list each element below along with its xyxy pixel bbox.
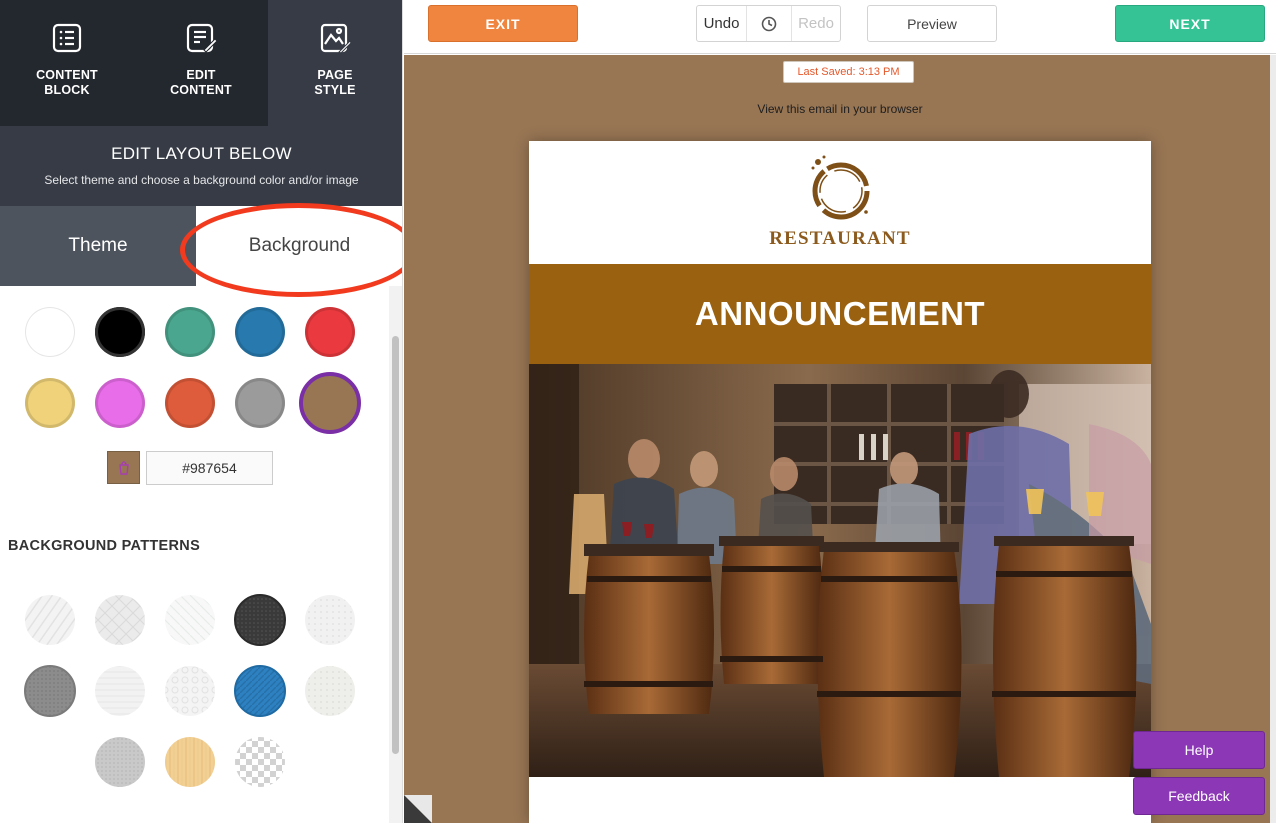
color-preview[interactable] <box>107 451 140 484</box>
canvas-edge <box>1270 55 1276 823</box>
swatch-brown-selected[interactable] <box>299 372 361 434</box>
undo-button[interactable]: Undo <box>697 6 747 41</box>
paint-bucket-icon <box>118 460 129 475</box>
edit-content-icon <box>186 23 217 53</box>
email-header[interactable]: RESTAURANT <box>529 141 1151 264</box>
next-button[interactable]: NEXT <box>1115 5 1265 42</box>
background-patterns-grid <box>24 594 355 787</box>
page-corner-fold <box>404 795 432 823</box>
tab-theme[interactable]: Theme <box>0 206 196 286</box>
pattern-1[interactable] <box>25 595 75 645</box>
edit-layout-title: EDIT LAYOUT BELOW <box>111 144 292 163</box>
swatch-red[interactable] <box>305 307 355 357</box>
restaurant-logo-icon <box>811 155 870 220</box>
pattern-2[interactable] <box>95 595 145 645</box>
swatch-gray[interactable] <box>235 378 285 428</box>
pattern-12[interactable] <box>165 737 215 787</box>
undo-redo-group: Undo Redo <box>696 5 841 42</box>
style-tabs: Theme Background <box>0 206 402 286</box>
feedback-button[interactable]: Feedback <box>1133 777 1265 815</box>
nav-edit-content-label: EDIT CONTENT <box>170 68 232 97</box>
nav-edit-content[interactable]: EDIT CONTENT <box>134 0 268 126</box>
history-button[interactable] <box>747 6 792 41</box>
pattern-7[interactable] <box>95 666 145 716</box>
pattern-11[interactable] <box>95 737 145 787</box>
announcement-banner[interactable]: ANNOUNCEMENT <box>529 264 1151 364</box>
help-button[interactable]: Help <box>1133 731 1265 769</box>
restaurant-interior-photo[interactable] <box>529 364 1151 777</box>
nav-page-style[interactable]: PAGE STYLE <box>268 0 402 126</box>
pattern-8[interactable] <box>165 666 215 716</box>
editor-nav: CONTENT BLOCK EDIT CONTENT PAGE STYLE <box>0 0 402 126</box>
restaurant-logo-text: RESTAURANT <box>769 228 911 249</box>
redo-button[interactable]: Redo <box>792 6 840 41</box>
clock-icon <box>761 16 777 31</box>
pattern-6[interactable] <box>24 665 76 717</box>
edit-layout-subtitle: Select theme and choose a background col… <box>44 173 359 187</box>
pattern-5[interactable] <box>305 595 355 645</box>
exit-button[interactable]: EXIT <box>428 5 578 42</box>
pattern-4[interactable] <box>234 594 286 646</box>
swatch-orange[interactable] <box>165 378 215 428</box>
swatch-teal[interactable] <box>165 307 215 357</box>
background-patterns-title: BACKGROUND PATTERNS <box>8 538 201 554</box>
swatch-white[interactable] <box>25 307 75 357</box>
nav-content-block[interactable]: CONTENT BLOCK <box>0 0 134 126</box>
swatch-blue[interactable] <box>235 307 285 357</box>
edit-layout-header: EDIT LAYOUT BELOW Select theme and choos… <box>0 126 402 206</box>
content-block-icon <box>52 23 82 53</box>
hex-color-input[interactable] <box>146 451 273 485</box>
email-preview: RESTAURANT ANNOUNCEMENT <box>529 141 1151 823</box>
preview-button[interactable]: Preview <box>867 5 997 42</box>
pattern-9[interactable] <box>234 665 286 717</box>
swatch-black[interactable] <box>95 307 145 357</box>
swatch-yellow[interactable] <box>25 378 75 428</box>
panel-scrollbar-thumb[interactable] <box>392 336 399 754</box>
view-in-browser-link[interactable]: View this email in your browser <box>730 102 950 116</box>
pattern-10[interactable] <box>305 666 355 716</box>
email-editor-app: CONTENT BLOCK EDIT CONTENT PAGE STYLE ED… <box>0 0 1276 823</box>
left-panel: CONTENT BLOCK EDIT CONTENT PAGE STYLE ED… <box>0 0 403 823</box>
tab-background[interactable]: Background <box>196 206 402 286</box>
page-style-icon <box>320 23 351 54</box>
pattern-3[interactable] <box>165 595 215 645</box>
nav-content-block-label: CONTENT BLOCK <box>36 68 98 97</box>
pattern-13[interactable] <box>235 737 285 787</box>
swatch-pink[interactable] <box>95 378 145 428</box>
last-saved-badge: Last Saved: 3:13 PM <box>783 61 914 83</box>
nav-page-style-label: PAGE STYLE <box>314 68 356 97</box>
